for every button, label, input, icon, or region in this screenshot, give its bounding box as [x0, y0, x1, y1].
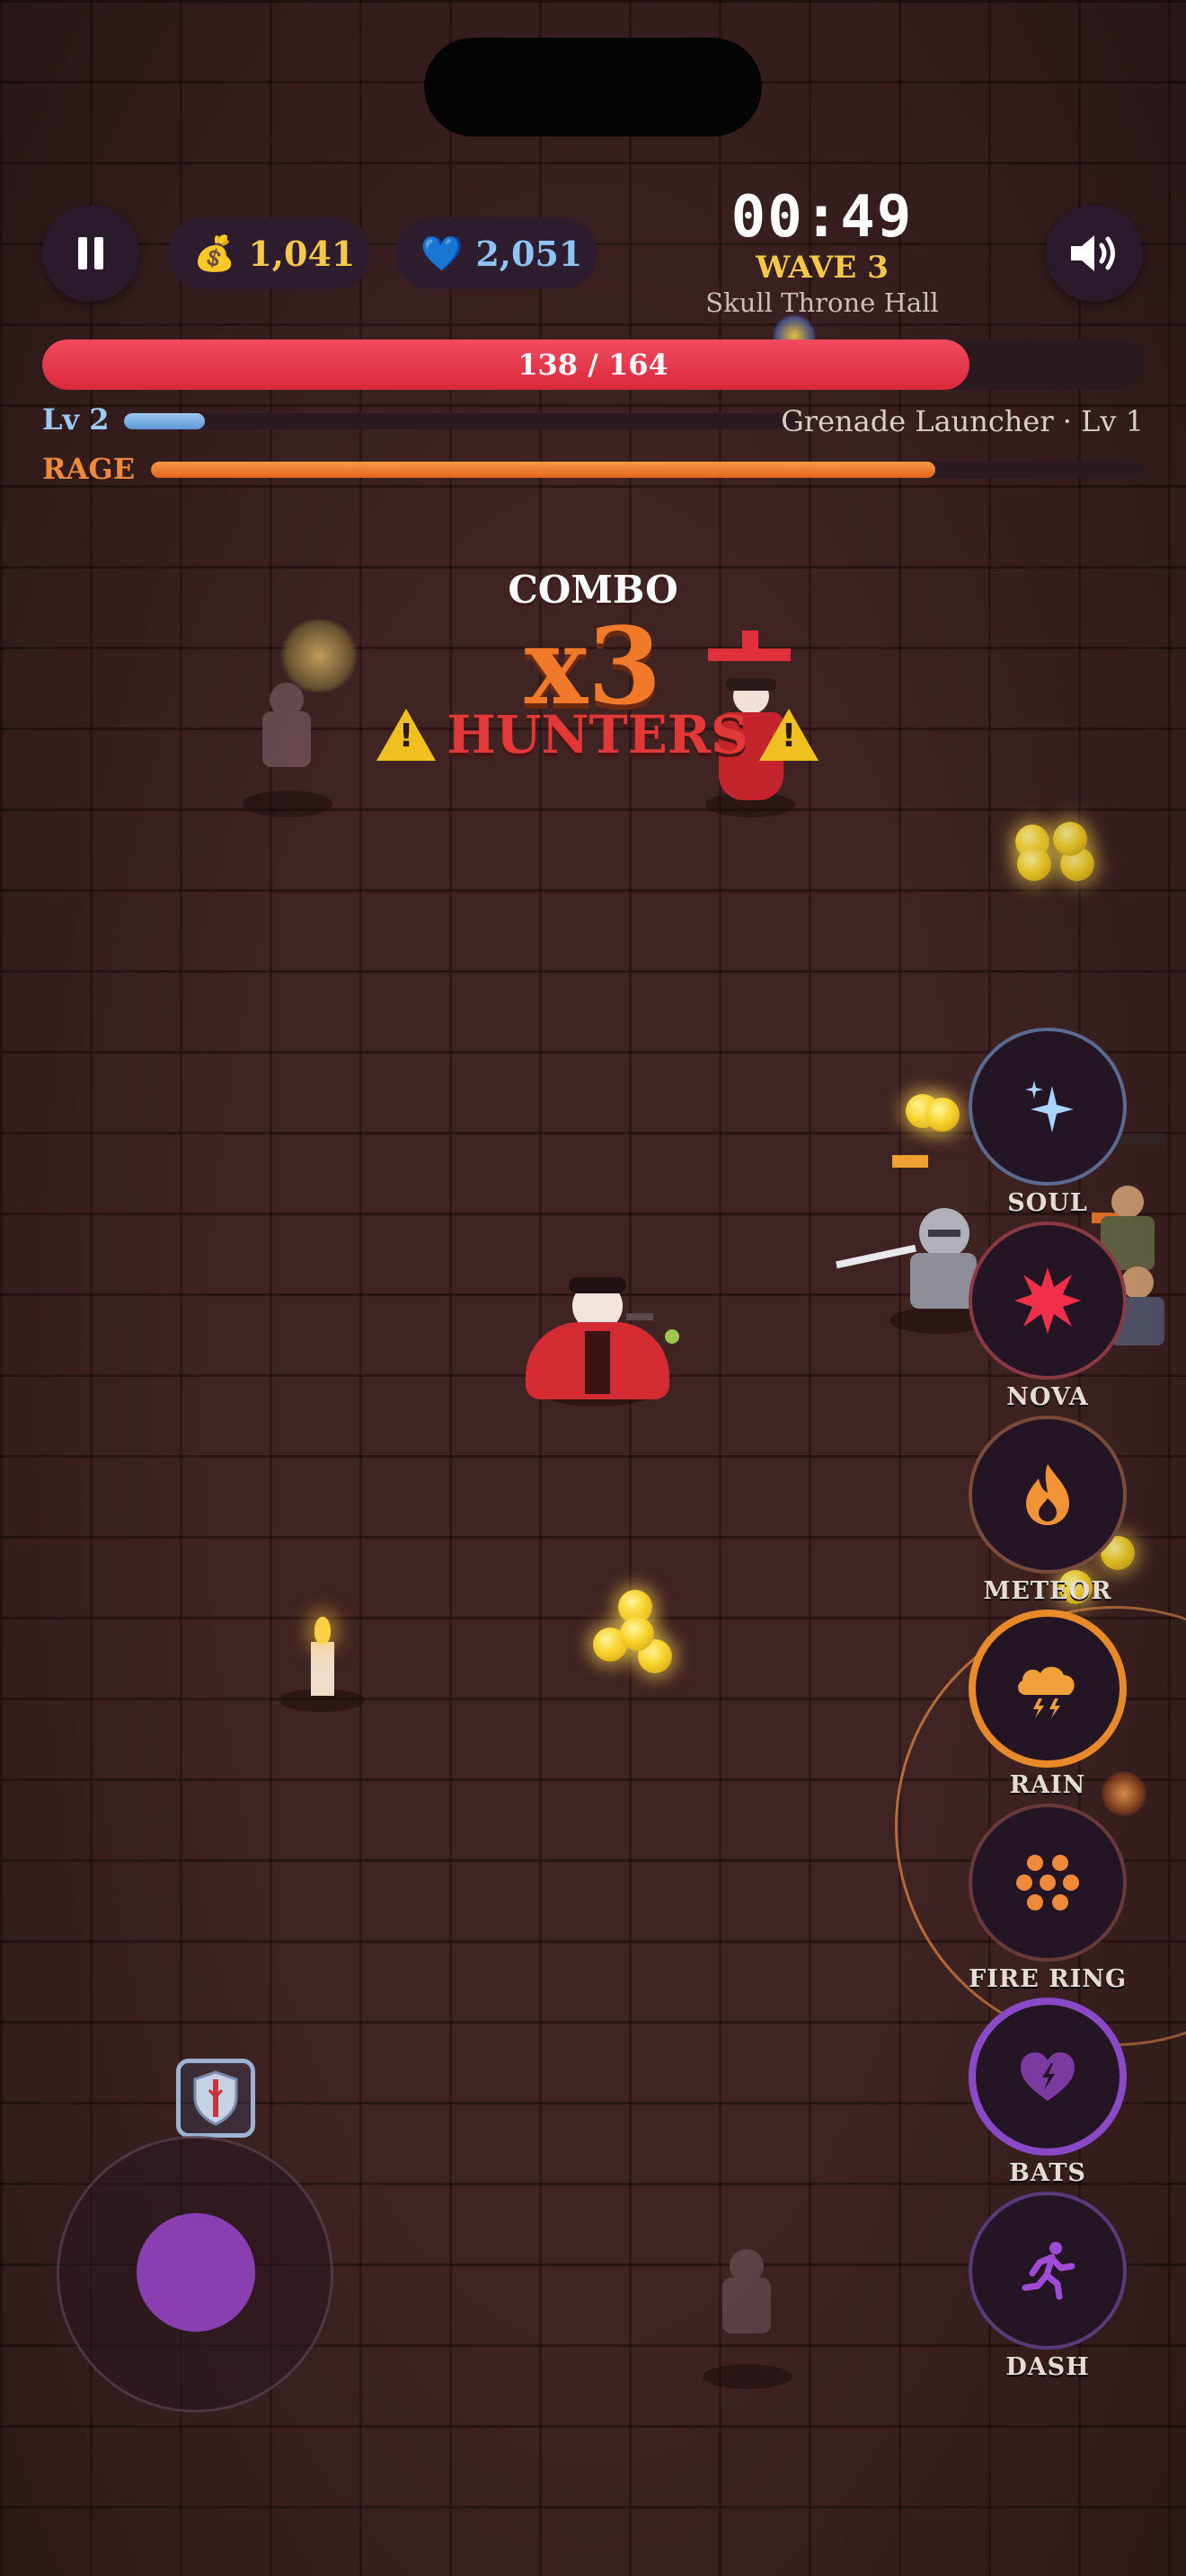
storm-cloud-icon — [1018, 1666, 1075, 1718]
pause-button[interactable] — [42, 205, 139, 302]
ability-bats-label: BATS — [1009, 2159, 1086, 2187]
player-vampire — [526, 1275, 669, 1401]
bat-heart-icon — [1021, 2052, 1075, 2101]
ability-meteor-label: METEOR — [983, 1577, 1112, 1605]
gold-counter: 💰 1,041 — [168, 217, 370, 289]
gold-coin-pickup — [925, 1098, 960, 1132]
ability-nova-button[interactable] — [969, 1222, 1127, 1380]
candle — [311, 1642, 334, 1696]
gem-amount: 2,051 — [475, 233, 583, 274]
virtual-joystick-knob[interactable] — [137, 2213, 255, 2332]
gold-amount: 1,041 — [248, 233, 356, 274]
enemy-marker-icon — [742, 631, 758, 650]
ability-fire-ring-button[interactable] — [969, 1804, 1127, 1962]
health-text: 138 / 164 — [518, 348, 668, 382]
enemy-shadow — [703, 2364, 792, 2389]
ability-bats-button[interactable] — [969, 1998, 1127, 2156]
sparkle-icon — [1025, 1081, 1074, 1133]
ghost-enemy — [722, 2249, 771, 2339]
money-bag-icon: 💰 — [193, 233, 236, 273]
rage-bar — [151, 462, 1144, 478]
run-timer: 00:49 — [730, 184, 914, 251]
enemy-shadow — [243, 790, 332, 817]
xp-bar — [124, 413, 798, 429]
wave-label: WAVE 3 — [756, 250, 889, 286]
zone-name: Skull Throne Hall — [705, 287, 939, 318]
ghost-enemy — [262, 683, 311, 772]
sound-toggle-button[interactable] — [1046, 205, 1143, 302]
player-level: Lv 2 — [42, 402, 110, 437]
shield-icon — [193, 2070, 238, 2126]
rage-label: RAGE — [42, 452, 136, 486]
ability-dash-button[interactable] — [969, 2192, 1127, 2350]
gold-coin-pickup — [1053, 822, 1087, 856]
hunters-alert: ! HUNTERS ! — [376, 699, 819, 771]
ability-soul-label: SOUL — [1007, 1189, 1088, 1217]
goblin-enemy — [279, 620, 359, 692]
projectile — [665, 1329, 679, 1344]
warning-icon: ! — [758, 709, 819, 761]
warning-icon: ! — [376, 709, 437, 761]
xp-bar-fill — [124, 413, 205, 429]
blue-heart-icon: 💙 — [420, 233, 464, 273]
rage-bar-fill — [151, 462, 935, 478]
running-person-icon — [1022, 2242, 1075, 2300]
ability-nova-label: NOVA — [1006, 1383, 1089, 1411]
speaker-icon — [1071, 235, 1115, 271]
ability-fire-ring-label: FIRE RING — [968, 1965, 1128, 1993]
ability-meteor-button[interactable] — [969, 1416, 1127, 1574]
gold-coin-pickup — [1017, 847, 1051, 881]
ability-soul-button[interactable] — [969, 1028, 1127, 1186]
shield-pickup — [176, 2059, 255, 2138]
device-notch — [424, 38, 762, 137]
fire-ring-icon — [1016, 1855, 1079, 1910]
candle-flame — [314, 1617, 331, 1644]
pause-icon — [78, 237, 103, 269]
gem-counter: 💙 2,051 — [395, 217, 597, 289]
burst-icon — [1014, 1267, 1081, 1334]
hunters-alert-text: HUNTERS — [447, 704, 748, 765]
enemy-hp-bar — [892, 1155, 928, 1168]
health-bar: 138 / 164 — [42, 340, 1144, 390]
flame-icon — [1026, 1464, 1069, 1525]
gold-coin-pickup — [620, 1617, 654, 1651]
ability-rain-label: RAIN — [1009, 1771, 1086, 1799]
ability-dash-label: DASH — [1005, 2353, 1090, 2381]
ability-rain-button[interactable] — [969, 1610, 1127, 1768]
weapon-label: Grenade Launcher · Lv 1 — [781, 404, 1144, 438]
